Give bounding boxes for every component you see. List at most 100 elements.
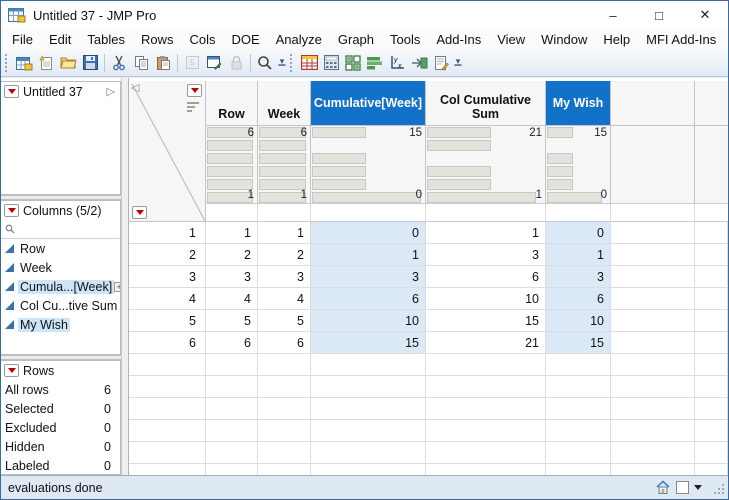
- columns-header-red-triangle-icon[interactable]: [187, 84, 202, 97]
- panel-popout-icon[interactable]: ▷: [107, 85, 117, 98]
- column-header-col-cumulative-sum[interactable]: Col Cumulative Sum: [426, 81, 546, 126]
- table-cell[interactable]: 6: [311, 288, 426, 310]
- table-cell[interactable]: 10: [311, 310, 426, 332]
- menu-graph[interactable]: Graph: [330, 32, 382, 47]
- table-cell-empty[interactable]: [695, 398, 728, 420]
- table-cell-empty[interactable]: [695, 244, 728, 266]
- table-cell-empty[interactable]: [546, 420, 611, 442]
- rows-menu-red-triangle-icon[interactable]: [4, 364, 19, 377]
- table-cell-empty[interactable]: [695, 464, 728, 475]
- fit-y-by-x-icon[interactable]: yx: [386, 52, 408, 74]
- table-cell-empty[interactable]: [546, 376, 611, 398]
- menu-edit[interactable]: Edit: [41, 32, 79, 47]
- columns-menu-red-triangle-icon[interactable]: [4, 204, 19, 217]
- table-cell[interactable]: 15: [546, 332, 611, 354]
- table-cell[interactable]: 4: [206, 288, 258, 310]
- column-header-my-wish[interactable]: My Wish: [546, 81, 611, 126]
- table-cell-empty[interactable]: [611, 464, 695, 475]
- table-cell-empty[interactable]: [611, 376, 695, 398]
- row-number-cell[interactable]: 2: [129, 244, 206, 266]
- table-cell-empty[interactable]: [311, 354, 426, 376]
- data-table-icon[interactable]: [298, 52, 320, 74]
- table-cell-empty[interactable]: [695, 442, 728, 464]
- table-cell[interactable]: 2: [206, 244, 258, 266]
- journal-window-icon[interactable]: [203, 52, 225, 74]
- rows-header-red-triangle-icon[interactable]: [132, 206, 147, 219]
- table-cell-empty[interactable]: [426, 376, 546, 398]
- menu-cols[interactable]: Cols: [181, 32, 223, 47]
- table-cell-empty[interactable]: [311, 376, 426, 398]
- column-header-empty[interactable]: [611, 81, 695, 126]
- table-cell[interactable]: 6: [206, 332, 258, 354]
- status-dropdown-icon[interactable]: [694, 485, 702, 490]
- menu-tables[interactable]: Tables: [79, 32, 133, 47]
- open-folder-icon[interactable]: [57, 52, 79, 74]
- row-number-cell[interactable]: 6: [129, 332, 206, 354]
- table-cell-empty[interactable]: [206, 420, 258, 442]
- table-cell-empty[interactable]: [129, 442, 206, 464]
- menu-doe[interactable]: DOE: [223, 32, 267, 47]
- table-cell-empty[interactable]: [206, 376, 258, 398]
- column-header-row[interactable]: Row: [206, 81, 258, 126]
- column-list-item-cumulative-week[interactable]: Cumula...[Week] +: [1, 277, 120, 296]
- table-cell-empty[interactable]: [695, 222, 728, 244]
- sort-order-icon[interactable]: [187, 102, 199, 114]
- formula-calculator-icon[interactable]: [320, 52, 342, 74]
- menu-tools[interactable]: Tools: [382, 32, 428, 47]
- table-cell-empty[interactable]: [311, 442, 426, 464]
- table-cell-empty[interactable]: [611, 288, 695, 310]
- status-checkbox[interactable]: [676, 481, 689, 494]
- table-cell[interactable]: 15: [311, 332, 426, 354]
- column-header-week[interactable]: Week: [258, 81, 311, 126]
- resize-grip[interactable]: [711, 481, 724, 494]
- table-cell-empty[interactable]: [426, 420, 546, 442]
- table-cell-empty[interactable]: [611, 420, 695, 442]
- table-cell-empty[interactable]: [129, 354, 206, 376]
- table-cell[interactable]: 6: [258, 332, 311, 354]
- paste-icon[interactable]: [152, 52, 174, 74]
- new-data-table-icon[interactable]: [13, 52, 35, 74]
- table-cell[interactable]: 3: [311, 266, 426, 288]
- table-cell-empty[interactable]: [258, 420, 311, 442]
- row-number-cell[interactable]: 5: [129, 310, 206, 332]
- header-histogram-my-wish[interactable]: 150: [546, 126, 611, 204]
- table-cell[interactable]: 1: [546, 244, 611, 266]
- script-editor-icon[interactable]: [430, 52, 452, 74]
- table-cell-empty[interactable]: [611, 442, 695, 464]
- table-cell[interactable]: 21: [426, 332, 546, 354]
- header-histogram-cumulative-week[interactable]: 150: [311, 126, 426, 204]
- table-cell[interactable]: 4: [258, 288, 311, 310]
- table-cell[interactable]: 3: [206, 266, 258, 288]
- table-cell-empty[interactable]: [695, 376, 728, 398]
- table-cell-empty[interactable]: [258, 464, 311, 475]
- table-cell-empty[interactable]: [206, 354, 258, 376]
- copy-icon[interactable]: [130, 52, 152, 74]
- table-cell-empty[interactable]: [129, 376, 206, 398]
- column-list-item-row[interactable]: Row: [1, 239, 120, 258]
- table-cell-empty[interactable]: [426, 354, 546, 376]
- table-cell-empty[interactable]: [311, 420, 426, 442]
- table-cell-empty[interactable]: [695, 420, 728, 442]
- table-cell-empty[interactable]: [129, 398, 206, 420]
- table-cell[interactable]: 3: [258, 266, 311, 288]
- table-cell-empty[interactable]: [546, 442, 611, 464]
- table-cell-empty[interactable]: [611, 398, 695, 420]
- maximize-button[interactable]: □: [636, 1, 682, 29]
- column-list-item-my-wish[interactable]: My Wish: [1, 315, 120, 334]
- row-number-cell[interactable]: 4: [129, 288, 206, 310]
- cut-icon[interactable]: [108, 52, 130, 74]
- table-cell-empty[interactable]: [611, 310, 695, 332]
- table-cell[interactable]: 1: [206, 222, 258, 244]
- table-cell[interactable]: 10: [426, 288, 546, 310]
- table-cell-empty[interactable]: [258, 442, 311, 464]
- menu-help[interactable]: Help: [595, 32, 638, 47]
- close-button[interactable]: ✕: [682, 1, 728, 29]
- table-cell-empty[interactable]: [546, 354, 611, 376]
- table-cell-empty[interactable]: [258, 398, 311, 420]
- table-cell[interactable]: 0: [311, 222, 426, 244]
- table-cell[interactable]: 6: [546, 288, 611, 310]
- menu-window[interactable]: Window: [533, 32, 595, 47]
- sidebar-splitter[interactable]: [121, 78, 129, 475]
- table-cell[interactable]: 1: [258, 222, 311, 244]
- table-cell[interactable]: 1: [426, 222, 546, 244]
